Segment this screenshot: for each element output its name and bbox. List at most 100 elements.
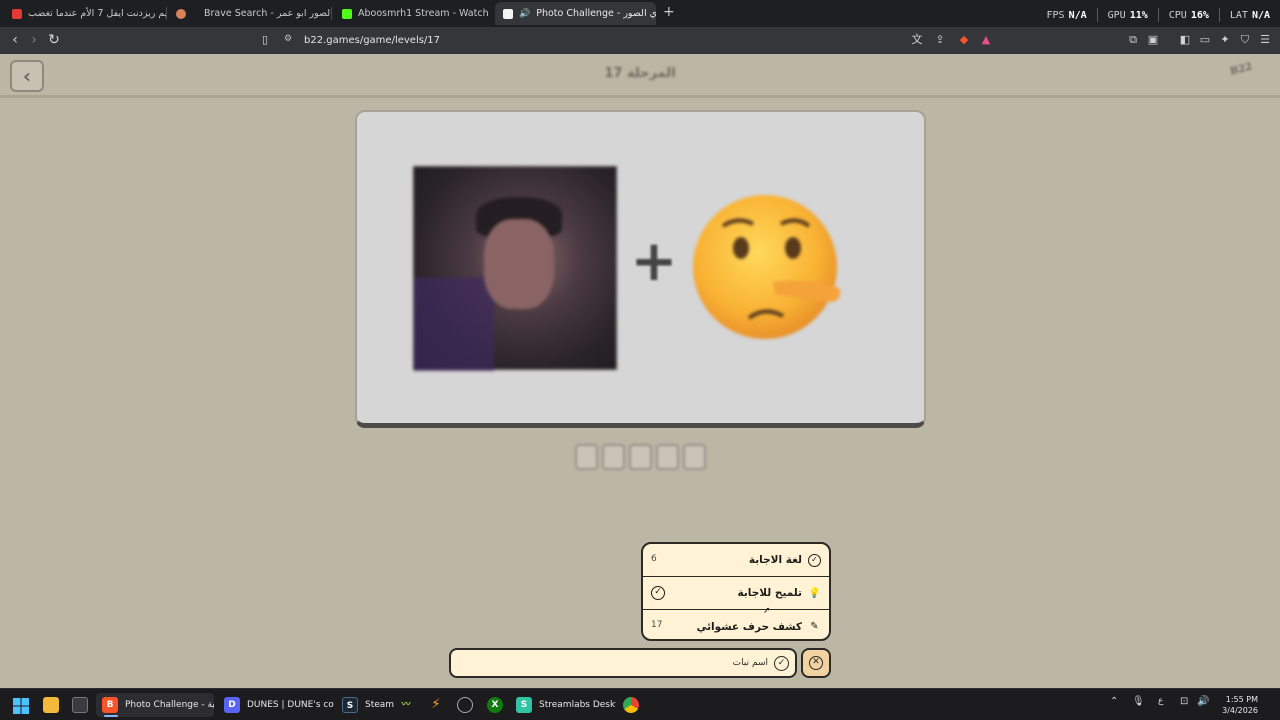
tray-overflow-icon[interactable]: ⌃ bbox=[1110, 696, 1118, 707]
brave-shields-icon[interactable]: ◆ bbox=[957, 33, 971, 47]
tab-kick-stream[interactable]: Aboosmrh1 Stream - Watch Live on bbox=[334, 2, 490, 25]
tab-youtube[interactable]: تختيم ريزدنت ايفل 7 الأم عندما تغضب # bbox=[4, 2, 166, 25]
divider bbox=[1218, 8, 1220, 22]
hint-answer-tip[interactable]: ✓ تلميح للاجابة 💡 bbox=[643, 577, 829, 610]
performance-overlay: FPS N/A GPU 11% CPU 16% LAT N/A bbox=[1046, 8, 1270, 22]
clock-time: 1:55 PM bbox=[1225, 695, 1258, 704]
gpu-readout: GPU 11% bbox=[1107, 9, 1148, 21]
tab-divider bbox=[166, 7, 167, 20]
hint-result-field: اسم نبات ✓ bbox=[449, 648, 797, 678]
site-info-icon[interactable]: ⚙ bbox=[284, 34, 292, 44]
browser-toolbar: ‹ › ↻ ▯ ⚙ b22.games/game/levels/17 文 ⇪ ◆… bbox=[0, 27, 1280, 54]
lat-readout: LAT N/A bbox=[1229, 9, 1270, 21]
tab-title: Brave Search - تحدي الصور ابو عمر bbox=[204, 8, 330, 19]
tab-title: Aboosmrh1 Stream - Watch Live on bbox=[358, 8, 490, 19]
brave-icon: B bbox=[102, 697, 118, 713]
leo-ai-icon[interactable]: ✦ bbox=[1218, 33, 1232, 47]
taskbar-streamlabs[interactable]: S Streamlabs Desktop bbox=[510, 693, 616, 717]
game-header: ‹ المرحلة 17 B22 bbox=[0, 54, 1280, 98]
youtube-icon bbox=[12, 8, 22, 19]
streamlabs-icon: S bbox=[516, 697, 532, 713]
discord-icon: D bbox=[224, 697, 240, 713]
windows-start-icon[interactable] bbox=[13, 698, 29, 714]
hint-cost: 17 bbox=[651, 620, 663, 630]
check-circle-icon: ✓ bbox=[808, 553, 821, 567]
lightning-app-icon[interactable]: ⚡ bbox=[428, 697, 444, 713]
game-logo: B22 bbox=[1228, 61, 1254, 78]
plus-sign: + bbox=[630, 229, 678, 294]
system-clock[interactable]: 1:55 PM 3/4/2026 bbox=[1222, 694, 1258, 716]
tab-search-icon[interactable]: ▣ bbox=[1146, 33, 1160, 47]
tab-title: تختيم ريزدنت ايفل 7 الأم عندما تغضب # bbox=[28, 8, 166, 19]
hint-reveal-letter[interactable]: 17 كشف حرف عشوائي ✎ bbox=[643, 610, 829, 639]
volume-icon[interactable]: 🔊 bbox=[1197, 696, 1209, 707]
clock-date: 3/4/2026 bbox=[1222, 706, 1258, 715]
lying-face-emoji bbox=[693, 195, 841, 339]
answer-slot[interactable] bbox=[656, 444, 679, 470]
back-button[interactable]: ‹ bbox=[10, 60, 44, 92]
reload-icon[interactable]: ↻ bbox=[45, 31, 63, 49]
cpu-readout: CPU 16% bbox=[1168, 9, 1209, 21]
address-bar[interactable]: ⚙ b22.games/game/levels/17 bbox=[278, 30, 998, 51]
browser-tab-strip: تختيم ريزدنت ايفل 7 الأم عندما تغضب # Br… bbox=[0, 0, 1280, 27]
mouse-cursor-icon: ➚ bbox=[763, 606, 771, 616]
hint-result-text: اسم نبات bbox=[732, 658, 768, 668]
tab-photo-challenge[interactable]: 🔊 Photo Challenge - تحدي الصور ✕ bbox=[495, 2, 656, 25]
answer-slot[interactable] bbox=[683, 444, 706, 470]
input-language[interactable]: ع bbox=[1158, 696, 1163, 706]
new-tab-button[interactable]: + bbox=[663, 4, 675, 20]
taskbar-discord[interactable]: D DUNES | DUNE's comm bbox=[218, 693, 334, 717]
divider bbox=[1157, 8, 1159, 22]
vpn-shield-icon[interactable]: ⛉ bbox=[1238, 33, 1252, 47]
answer-slot[interactable] bbox=[629, 444, 652, 470]
lightbulb-icon: 💡 bbox=[808, 587, 821, 599]
fps-readout: FPS N/A bbox=[1046, 9, 1087, 21]
xbox-icon[interactable]: X bbox=[487, 697, 503, 713]
game-page: ‹ المرحلة 17 B22 + 6 لغة الاجابة ✓ ✓ تلم… bbox=[0, 54, 1280, 688]
taskbar-steam[interactable]: S Steam bbox=[336, 693, 396, 717]
hint-cost: 6 bbox=[651, 554, 657, 564]
tab-brave-search[interactable]: Brave Search - تحدي الصور ابو عمر bbox=[196, 2, 330, 25]
tab-title: Photo Challenge - تحدي الصور bbox=[536, 8, 656, 19]
wallet-icon[interactable]: ▭ bbox=[1198, 33, 1212, 47]
windows-taskbar: B Photo Challenge - لعبة D DUNES | DUNE'… bbox=[0, 688, 1280, 720]
hint-label: لغة الاجابة bbox=[748, 554, 802, 566]
nvidia-icon[interactable]: 〰 bbox=[398, 697, 414, 713]
chevron-left-icon: ‹ bbox=[22, 64, 32, 88]
speaker-icon[interactable]: 🔊 bbox=[519, 9, 530, 19]
obs-icon[interactable] bbox=[457, 697, 473, 713]
taskbar-label: Streamlabs Desktop bbox=[539, 700, 616, 710]
microsoft-store-icon[interactable] bbox=[72, 697, 88, 713]
taskbar-label: Steam bbox=[365, 700, 395, 710]
hint-label: كشف حرف عشوائي bbox=[696, 620, 802, 633]
brave-rewards-icon[interactable]: ▲ bbox=[979, 33, 993, 47]
taskbar-brave[interactable]: B Photo Challenge - لعبة bbox=[96, 693, 214, 717]
answer-slot[interactable] bbox=[575, 444, 598, 470]
back-icon[interactable]: ‹ bbox=[6, 31, 24, 49]
taskbar-label: Photo Challenge - لعبة bbox=[125, 700, 214, 710]
tab-pinned[interactable] bbox=[168, 2, 194, 25]
person-photo bbox=[413, 166, 617, 371]
close-hints-button[interactable]: ✕ bbox=[801, 648, 831, 678]
menu-icon[interactable]: ☰ bbox=[1258, 33, 1272, 47]
network-icon[interactable]: ⊡ bbox=[1180, 696, 1188, 707]
chrome-icon[interactable] bbox=[623, 697, 639, 713]
extensions-icon[interactable]: ⧉ bbox=[1126, 33, 1140, 47]
sidebar-icon[interactable]: ◧ bbox=[1178, 33, 1192, 47]
forward-icon[interactable]: › bbox=[25, 31, 43, 49]
hint-answer-language[interactable]: 6 لغة الاجابة ✓ bbox=[643, 544, 829, 577]
site-icon bbox=[503, 8, 513, 19]
bookmark-icon[interactable]: ▯ bbox=[256, 31, 274, 49]
file-explorer-icon[interactable] bbox=[43, 697, 59, 713]
share-icon[interactable]: ⇪ bbox=[933, 33, 947, 47]
hints-menu: 6 لغة الاجابة ✓ ✓ تلميح للاجابة 💡 17 كشف… bbox=[641, 542, 831, 641]
close-circle-icon: ✕ bbox=[809, 656, 823, 670]
answer-slots bbox=[575, 444, 706, 470]
check-circle-icon: ✓ bbox=[774, 655, 789, 671]
hint-label: تلميح للاجابة bbox=[737, 587, 802, 599]
taskbar-label: DUNES | DUNE's comm bbox=[247, 700, 334, 710]
answer-slot[interactable] bbox=[602, 444, 625, 470]
microphone-icon[interactable]: 🎙 bbox=[1132, 696, 1145, 707]
translate-icon[interactable]: 文 bbox=[910, 33, 924, 47]
level-title: المرحلة 17 bbox=[604, 66, 676, 81]
